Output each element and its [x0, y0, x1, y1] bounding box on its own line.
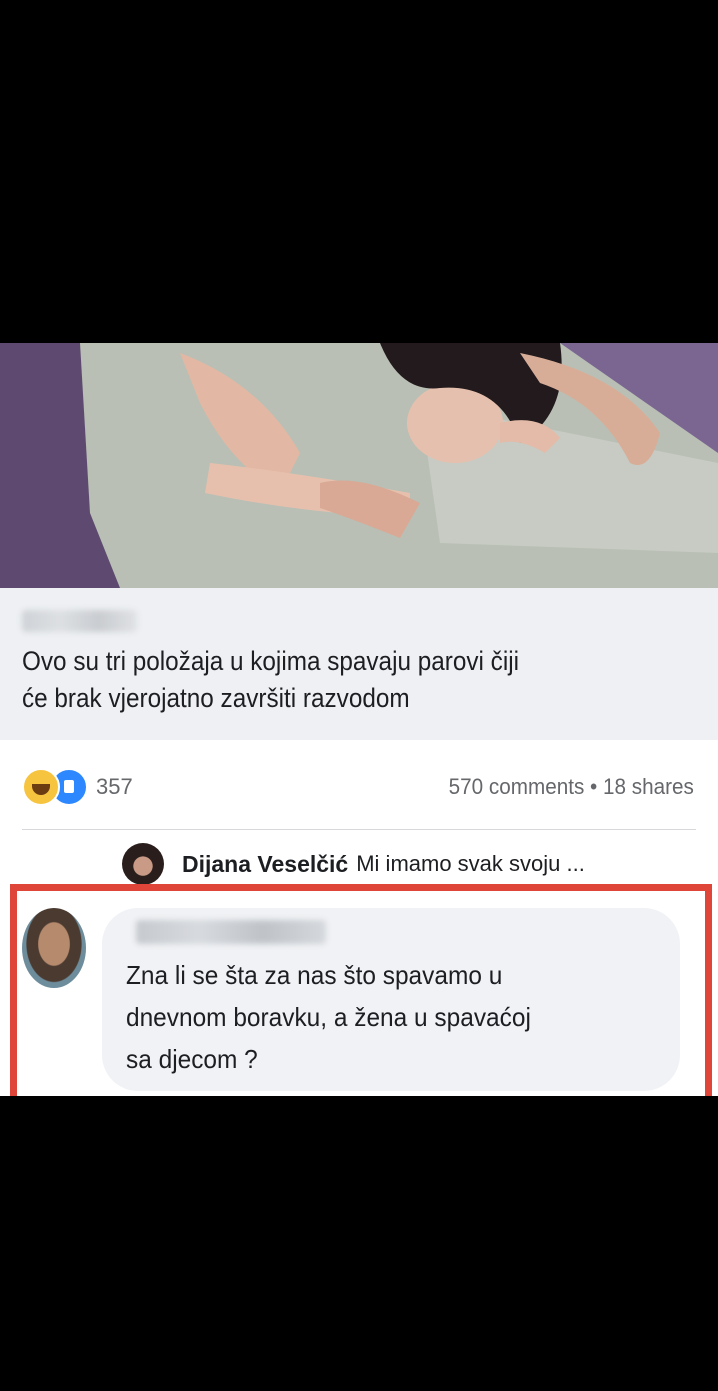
post-image[interactable]: [0, 343, 718, 588]
headline-line: Ovo su tri položaja u kojima spavaju par…: [22, 646, 520, 676]
comment-bubble: Zna li se šta za nas što spavamo u dnevn…: [102, 908, 680, 1091]
reaction-summary[interactable]: 357: [22, 768, 133, 806]
link-preview[interactable]: Ovo su tri položaja u kojima spavaju par…: [0, 588, 718, 740]
comment-author[interactable]: Dijana Veselčić: [182, 851, 348, 878]
avatar[interactable]: [22, 908, 86, 988]
blurred-author-name: [136, 920, 326, 944]
comment-line: sa djecom ?: [126, 1044, 258, 1074]
comment-text: Zna li se šta za nas što spavamo u dnevn…: [126, 954, 634, 1080]
post-headline[interactable]: Ovo su tri položaja u kojima spavaju par…: [22, 643, 634, 717]
blurred-source-name: [22, 610, 137, 632]
preview-comment[interactable]: Dijana Veselčić Mi imamo svak svoju ...: [122, 843, 585, 885]
haha-reaction-icon: [22, 768, 60, 806]
reaction-count: 357: [96, 774, 133, 799]
headline-line: će brak vjerojatno završiti razvodom: [22, 683, 410, 713]
comment-line: dnevnom boravku, a žena u spavaćoj: [126, 1002, 531, 1032]
avatar[interactable]: [122, 843, 164, 885]
post-card: Ovo su tri položaja u kojima spavaju par…: [0, 588, 718, 1096]
comment-line: Zna li se šta za nas što spavamo u: [126, 960, 503, 990]
bed-photo-illustration: [0, 343, 718, 588]
comments-shares-count[interactable]: 570 comments • 18 shares: [449, 774, 694, 800]
divider: [22, 829, 696, 830]
comment-preview-text: Mi imamo svak svoju ...: [356, 851, 585, 876]
